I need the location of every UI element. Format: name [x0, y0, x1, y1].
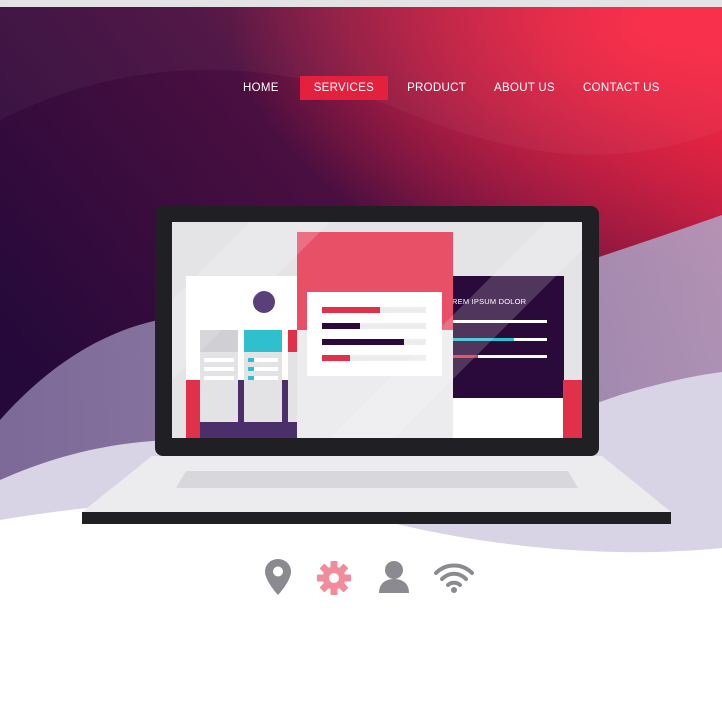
feature-icons [258, 558, 478, 598]
wifi-icon [434, 563, 474, 593]
user-icon [379, 561, 409, 593]
location-pin-icon [265, 559, 291, 595]
gear-icon [317, 561, 351, 595]
laptop-illustration: OREM IPSUM DOLOR [82, 206, 671, 524]
laptop-base-edge [82, 512, 671, 524]
screen-content: OREM IPSUM DOLOR [172, 222, 582, 438]
hero-banner: HOME SERVICES PRODUCT ABOUT US CONTACT U… [0, 0, 722, 704]
keyboard-area [176, 471, 578, 488]
